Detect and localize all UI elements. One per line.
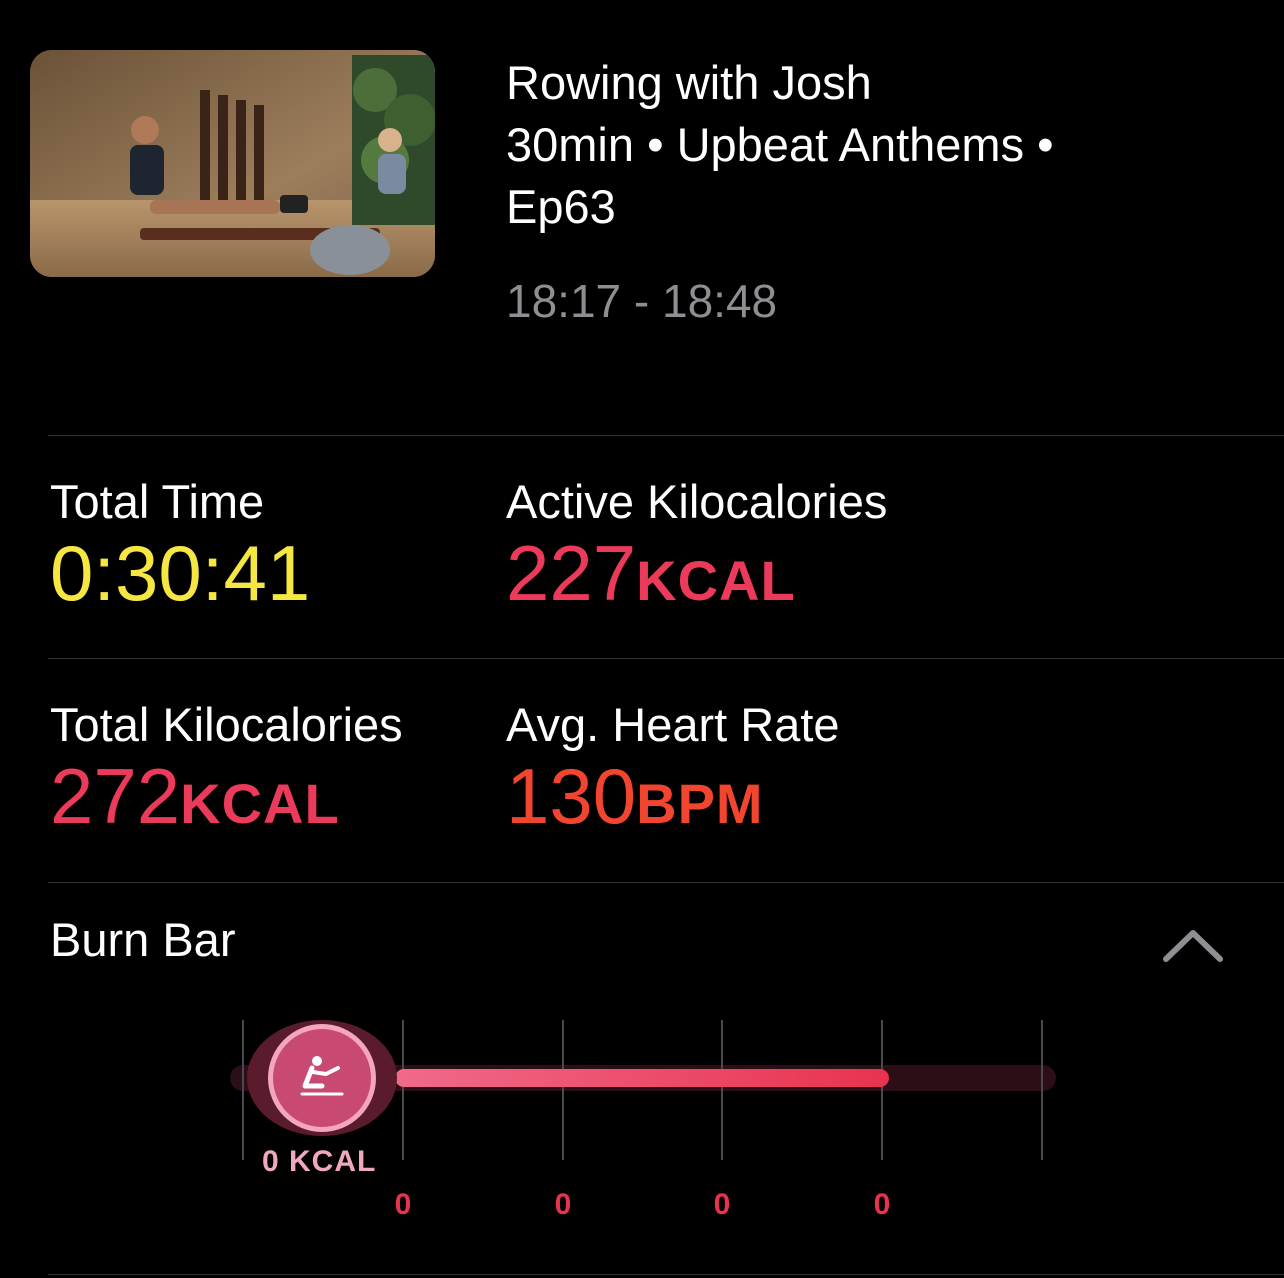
metric-value: 227KCAL <box>506 530 887 624</box>
metric-active-kcal: Active Kilocalories 227KCAL <box>506 474 887 624</box>
metric-label: Active Kilocalories <box>506 475 888 528</box>
metric-avg-heart-rate: Avg. Heart Rate 130BPM <box>506 697 840 847</box>
avg-hr-unit: BPM <box>636 772 764 835</box>
total-kcal-value: 272 <box>50 752 181 840</box>
active-kcal-value: 227 <box>506 529 637 617</box>
divider <box>48 435 1284 436</box>
metric-label: Total Kilocalories <box>50 698 403 751</box>
total-kcal-unit: KCAL <box>180 772 340 835</box>
active-kcal-unit: KCAL <box>636 549 796 612</box>
workout-title: Rowing with Josh <box>506 56 872 109</box>
burn-bar-tick-label: 0 <box>554 1188 572 1221</box>
burn-bar-tick-label: 0 <box>713 1188 731 1221</box>
chevron-up-icon[interactable] <box>1160 925 1226 969</box>
total-time-value: 0:30:41 <box>50 529 311 617</box>
avg-hr-value: 130 <box>506 752 637 840</box>
metric-value: 0:30:41 <box>50 530 310 616</box>
metric-total-kcal: Total Kilocalories 272KCAL <box>50 697 403 847</box>
workout-time-range: 18:17 - 18:48 <box>506 275 778 327</box>
burn-bar-graph <box>230 1020 1056 1160</box>
divider <box>48 1274 1284 1275</box>
metric-value: 130BPM <box>506 753 840 847</box>
workout-info: Rowing with Josh 30min • Upbeat Anthems … <box>506 52 1246 238</box>
metric-total-time: Total Time 0:30:41 <box>50 474 310 616</box>
metric-value: 272KCAL <box>50 753 403 847</box>
rowing-scene-image <box>30 50 435 277</box>
metric-label: Total Time <box>50 475 265 528</box>
workout-episode: Ep63 <box>506 180 616 233</box>
divider <box>48 882 1284 883</box>
burn-bar-marker[interactable] <box>273 1029 371 1127</box>
workout-thumbnail[interactable] <box>30 50 435 277</box>
burn-bar-tick-label: 0 <box>394 1188 412 1221</box>
divider <box>48 658 1284 659</box>
burn-bar-kcal-label: 0 KCAL <box>262 1145 377 1178</box>
burn-bar-fill <box>395 1069 889 1087</box>
burn-bar-tick-label: 0 <box>873 1188 891 1221</box>
burn-bar-title: Burn Bar <box>50 913 236 966</box>
workout-subtitle: 30min • Upbeat Anthems • <box>506 118 1054 171</box>
metric-label: Avg. Heart Rate <box>506 698 840 751</box>
